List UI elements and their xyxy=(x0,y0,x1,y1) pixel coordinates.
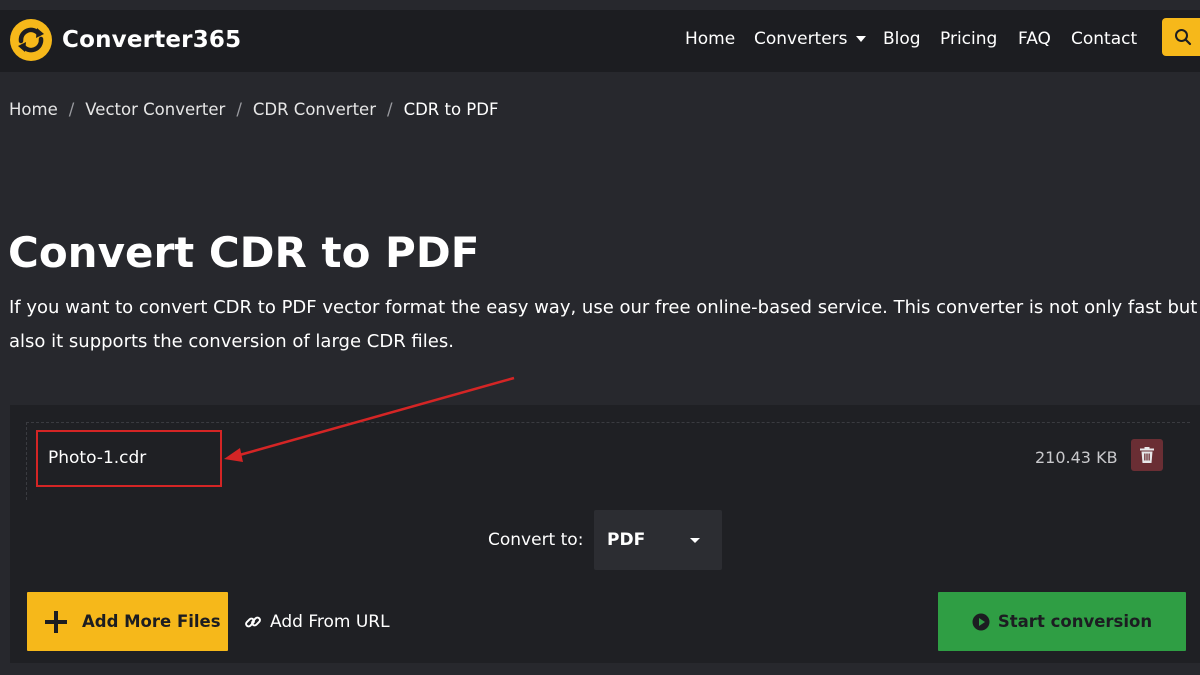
site-header: Converter365 Home Converters Blog Pricin… xyxy=(0,10,1200,72)
nav-converters-label: Converters xyxy=(754,29,848,49)
breadcrumb-separator: / xyxy=(236,99,242,119)
add-from-url-label: Add From URL xyxy=(270,612,390,632)
start-conversion-button[interactable]: Start conversion xyxy=(938,592,1186,651)
delete-file-button[interactable] xyxy=(1131,439,1163,471)
breadcrumb-separator: / xyxy=(68,99,75,119)
add-more-files-label: Add More Files xyxy=(82,612,221,631)
search-icon xyxy=(1175,29,1192,46)
breadcrumb-separator: / xyxy=(387,99,393,119)
nav-pricing[interactable]: Pricing xyxy=(940,27,997,51)
main-nav: Home Converters Blog Pricing FAQ Contact xyxy=(0,10,1200,72)
breadcrumb-vector-converter[interactable]: Vector Converter xyxy=(85,100,225,119)
trash-icon xyxy=(1140,447,1154,463)
breadcrumb-home[interactable]: Home xyxy=(9,100,58,119)
link-icon xyxy=(245,616,261,628)
nav-contact[interactable]: Contact xyxy=(1071,27,1137,51)
add-more-files-button[interactable]: Add More Files xyxy=(27,592,228,651)
plus-icon xyxy=(45,610,67,633)
breadcrumb: Home / Vector Converter / CDR Converter … xyxy=(9,97,498,121)
page-title: Convert CDR to PDF xyxy=(8,228,480,277)
search-button[interactable] xyxy=(1162,18,1200,56)
format-select[interactable]: PDF xyxy=(594,510,722,570)
play-circle-icon xyxy=(972,613,990,630)
nav-faq[interactable]: FAQ xyxy=(1018,27,1051,51)
convert-to-label: Convert to: xyxy=(488,530,584,550)
breadcrumb-cdr-converter[interactable]: CDR Converter xyxy=(253,100,376,119)
chevron-down-icon xyxy=(690,538,700,543)
converter-panel: Photo-1.cdr 210.43 KB Convert to: PDF Ad… xyxy=(10,405,1200,663)
breadcrumb-current: CDR to PDF xyxy=(403,99,499,119)
nav-blog[interactable]: Blog xyxy=(883,27,921,51)
nav-converters[interactable]: Converters xyxy=(754,27,866,51)
add-from-url-link[interactable]: Add From URL xyxy=(244,611,390,633)
chevron-down-icon xyxy=(855,36,866,42)
annotation-highlight-box xyxy=(36,430,222,487)
start-conversion-label: Start conversion xyxy=(997,612,1153,631)
page-description: If you want to convert CDR to PDF vector… xyxy=(9,297,1198,352)
nav-home[interactable]: Home xyxy=(685,27,735,51)
file-size: 210.43 KB xyxy=(1035,448,1118,467)
format-selected-value: PDF xyxy=(607,530,646,550)
